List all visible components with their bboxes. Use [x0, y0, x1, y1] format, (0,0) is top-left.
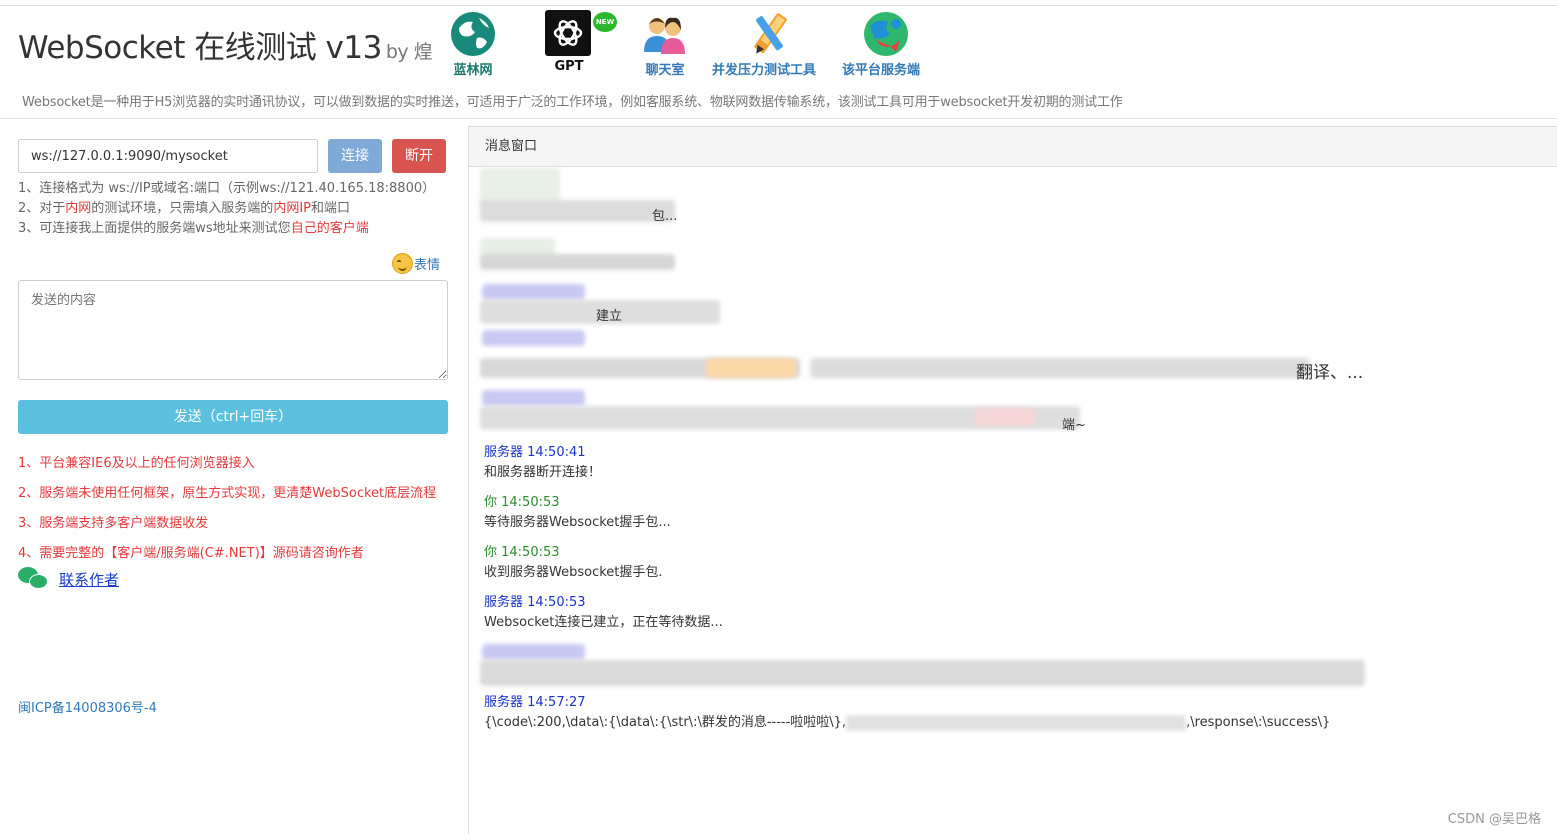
message-body: Websocket连接已建立，正在等待数据...	[484, 615, 723, 630]
openai-icon	[545, 10, 593, 58]
nav-gpt-label: GPT	[554, 59, 584, 74]
nav-stress-tool-label: 并发压力测试工具	[712, 63, 817, 78]
connection-tips: 1、连接格式为 ws://IP或域名:端口（示例ws://121.40.165.…	[18, 179, 435, 239]
obscured-block	[482, 644, 585, 660]
feature-list: 1、平台兼容IE6及以上的任何浏览器接入 2、服务端未使用任何框架，原生方式实现…	[18, 449, 436, 569]
new-badge: NEW	[593, 12, 617, 32]
obscured-block	[480, 660, 1365, 686]
message-panel-title: 消息窗口	[469, 127, 1557, 167]
nav-platform-server[interactable]: 该平台服务端	[842, 10, 920, 78]
smiley-icon	[392, 253, 413, 274]
disconnect-button[interactable]: 断开	[392, 139, 446, 173]
feature-item: 3、服务端支持多客户端数据收发	[18, 516, 209, 531]
message-sender: 你 14:50:53	[484, 495, 560, 510]
contact-author-link[interactable]: 联系作者	[59, 569, 119, 590]
message-body: 和服务器断开连接！	[484, 465, 602, 480]
feature-item: 2、服务端未使用任何框架，原生方式实现，更清楚WebSocket底层流程	[18, 486, 437, 501]
emoji-label: 表情	[414, 258, 441, 273]
message-item: 你 14:50:53 收到服务器Websocket握手包.	[484, 543, 663, 583]
server-globe-icon	[862, 10, 910, 58]
globe-icon	[449, 10, 497, 58]
message-body: 等待服务器Websocket握手包...	[484, 515, 671, 530]
nav-chatroom[interactable]: 聊天室	[641, 10, 689, 78]
tip-line-3: 3、可连接我上面提供的服务端ws地址来测试您自己的客户端	[18, 221, 369, 236]
tip-line-2: 2、对于内网的测试环境，只需填入服务端的内网IP和端口	[18, 201, 351, 216]
ws-url-input[interactable]	[18, 139, 318, 173]
message-sender: 服务器 14:50:53	[484, 595, 586, 610]
obscured-block	[846, 714, 1187, 731]
connect-button[interactable]: 连接	[328, 139, 382, 173]
obscured-fragment: 建立	[596, 309, 623, 324]
title-text: WebSocket 在线测试 v13	[18, 30, 382, 66]
tools-icon	[746, 10, 794, 58]
nav-gpt[interactable]: NEW GPT	[545, 10, 617, 74]
top-border	[0, 5, 1557, 6]
obscured-fragment: 包...	[652, 209, 678, 224]
message-sender: 服务器 14:57:27	[484, 695, 586, 710]
obscured-fragment: 翻译、...	[1296, 363, 1364, 383]
nav-chatroom-label: 聊天室	[645, 63, 685, 78]
wechat-icon	[18, 567, 49, 592]
send-content-textarea[interactable]	[18, 280, 448, 380]
obscured-fragment: 端~	[1062, 418, 1086, 433]
nav-lanlin[interactable]: 蓝林网	[449, 10, 497, 78]
message-body: 收到服务器Websocket握手包.	[484, 565, 663, 580]
message-item: 服务器 14:50:53 Websocket连接已建立，正在等待数据...	[484, 593, 723, 633]
send-button[interactable]: 发送（ctrl+回车）	[18, 400, 448, 434]
obscured-block	[480, 254, 675, 270]
message-body: {\code\:200,\data\:{\data\:{\str\:\群发的消息…	[484, 714, 1331, 731]
obscured-block	[975, 408, 1035, 426]
icp-record[interactable]: 闽ICP备14008306号-4	[18, 697, 157, 716]
page-title: WebSocket 在线测试 v13 by 煌	[18, 22, 433, 67]
nav-stress-tool[interactable]: 并发压力测试工具	[712, 10, 816, 78]
intro-text: Websocket是一种用于H5浏览器的实时通讯协议，可以做到数据的实时推送，可…	[22, 95, 1123, 110]
message-item: 服务器 14:57:27 {\code\:200,\data\:{\data\:…	[484, 693, 1330, 733]
obscured-block	[482, 330, 585, 346]
nav-lanlin-label: 蓝林网	[453, 63, 493, 78]
message-item: 服务器 14:50:41 和服务器断开连接！	[484, 443, 601, 483]
watermark: CSDN @吴巴格	[1447, 812, 1541, 827]
header-divider	[0, 118, 1557, 119]
emoji-button[interactable]: 表情	[392, 253, 440, 274]
message-item: 你 14:50:53 等待服务器Websocket握手包...	[484, 493, 671, 533]
contact-author: 联系作者	[18, 567, 119, 592]
message-sender: 你 14:50:53	[484, 545, 560, 560]
title-byline: by 煌	[385, 41, 433, 63]
obscured-block	[810, 358, 1310, 378]
feature-item: 1、平台兼容IE6及以上的任何浏览器接入	[18, 456, 255, 471]
obscured-block	[480, 200, 675, 222]
obscured-block	[706, 358, 796, 378]
feature-item: 4、需要完整的【客户端/服务端(C#.NET)】源码请咨询作者	[18, 546, 364, 561]
chat-users-icon	[641, 10, 689, 58]
nav-platform-server-label: 该平台服务端	[842, 63, 921, 78]
tip-line-1: 1、连接格式为 ws://IP或域名:端口（示例ws://121.40.165.…	[18, 181, 436, 196]
obscured-block	[482, 284, 585, 300]
obscured-block	[482, 390, 585, 406]
message-sender: 服务器 14:50:41	[484, 445, 586, 460]
